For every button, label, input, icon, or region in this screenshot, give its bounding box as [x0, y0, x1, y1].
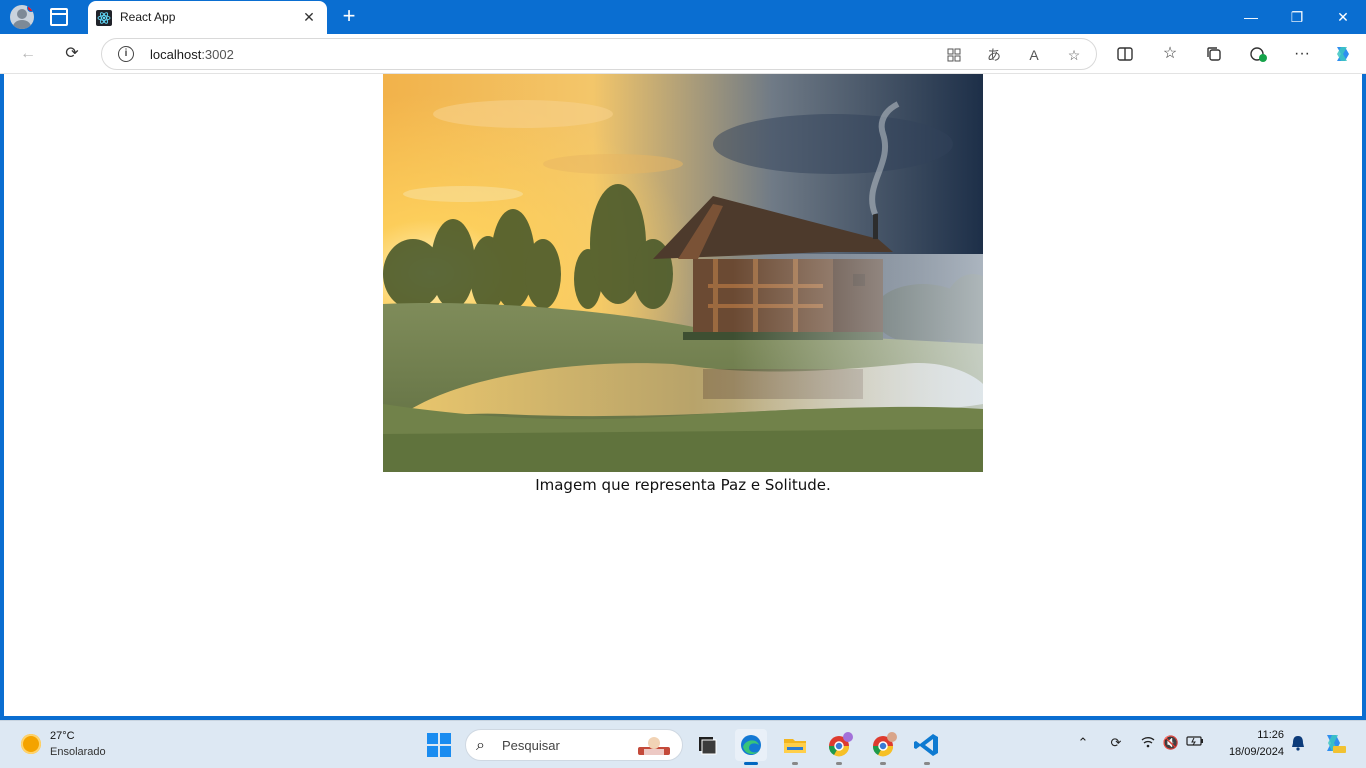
url-host: localhost	[150, 47, 202, 62]
weather-temperature[interactable]: 27°C	[50, 730, 75, 742]
back-icon[interactable]: ←	[16, 42, 40, 66]
running-indicator	[924, 762, 930, 765]
folder-icon[interactable]	[779, 729, 811, 765]
tab-title: React App	[120, 10, 176, 24]
page-viewport: Imagem que representa Paz e Solitude.	[4, 74, 1362, 716]
browser-navbar: ← ⟳ i localhost:3002 あ A ☆ ☆ ···	[0, 34, 1366, 74]
clock-date[interactable]: 18/09/2024	[1220, 746, 1284, 758]
minimize-button[interactable]: —	[1228, 0, 1274, 34]
running-indicator	[792, 762, 798, 765]
edge-icon[interactable]	[735, 729, 767, 765]
start-tile	[440, 746, 451, 757]
split-screen-icon[interactable]	[1113, 42, 1137, 66]
avatar-head	[17, 9, 27, 19]
file-explorer-icon[interactable]	[691, 729, 723, 761]
image-caption: Imagem que representa Paz e Solitude.	[535, 476, 831, 494]
address-bar[interactable]: i localhost:3002 あ A ☆	[101, 38, 1097, 70]
restore-button[interactable]: ❐	[1274, 0, 1320, 34]
sun-weather-icon[interactable]	[21, 734, 41, 754]
search-icon: ⌕	[476, 737, 485, 754]
taskbar-search[interactable]: ⌕ Pesquisar	[465, 729, 683, 761]
start-tile	[440, 733, 451, 744]
favorite-star-icon[interactable]: ☆	[1062, 43, 1086, 67]
refresh-icon[interactable]: ⟳	[60, 42, 84, 66]
apps-icon[interactable]	[942, 43, 966, 67]
copilot-icon[interactable]	[1331, 42, 1355, 66]
windows-start-icon[interactable]	[427, 733, 451, 757]
active-indicator	[744, 762, 758, 765]
chevron-up-icon[interactable]: ⌃	[1073, 735, 1093, 751]
cabin-lake-image	[383, 74, 983, 472]
avatar-body	[13, 20, 31, 29]
read-aloud-icon[interactable]: A	[1022, 43, 1046, 67]
tab-close-icon[interactable]: ✕	[299, 7, 319, 27]
clock-time[interactable]: 11:26	[1250, 729, 1284, 741]
tab-react-app[interactable]: React App ✕	[88, 1, 327, 34]
windows-taskbar: 27°C Ensolarado ⌕ Pesquisar ⌃ ⟳ 🔇 11:26 …	[0, 720, 1366, 768]
start-tile	[427, 746, 438, 757]
sync-icon[interactable]: ⟳	[1106, 735, 1126, 751]
start-tile	[427, 733, 438, 744]
site-info-icon[interactable]: i	[118, 46, 134, 62]
wifi-icon[interactable]	[1138, 735, 1158, 752]
search-highlight-icon	[638, 737, 670, 755]
chrome-icon[interactable]	[823, 729, 855, 765]
running-indicator	[880, 762, 886, 765]
url-text[interactable]: localhost:3002	[150, 47, 234, 62]
battery-icon[interactable]	[1185, 735, 1205, 750]
notification-dot	[27, 5, 34, 12]
tab-actions-icon[interactable]	[50, 8, 68, 26]
landscape-photo	[383, 74, 983, 472]
bell-icon[interactable]	[1288, 735, 1308, 754]
translate-icon[interactable]: あ	[982, 43, 1006, 67]
weather-description[interactable]: Ensolarado	[50, 746, 106, 758]
copilot-pre-icon[interactable]	[1322, 731, 1346, 758]
more-icon[interactable]: ···	[1290, 42, 1314, 66]
running-indicator	[836, 762, 842, 765]
search-placeholder: Pesquisar	[502, 738, 560, 753]
vscode-icon[interactable]	[911, 729, 943, 765]
url-port: :3002	[201, 47, 234, 62]
performance-icon[interactable]	[1246, 42, 1270, 66]
profile-avatar-icon[interactable]	[10, 5, 34, 29]
browser-titlebar: React App ✕ + — ❐ ✕	[0, 0, 1366, 34]
new-tab-button[interactable]: +	[338, 5, 360, 27]
close-window-button[interactable]: ✕	[1320, 0, 1366, 34]
volume-muted-icon[interactable]: 🔇	[1161, 735, 1181, 751]
chrome-profile-icon[interactable]	[867, 729, 899, 765]
collections-icon[interactable]	[1202, 42, 1226, 66]
react-logo-icon	[96, 10, 112, 26]
favorites-icon[interactable]: ☆	[1158, 42, 1182, 66]
